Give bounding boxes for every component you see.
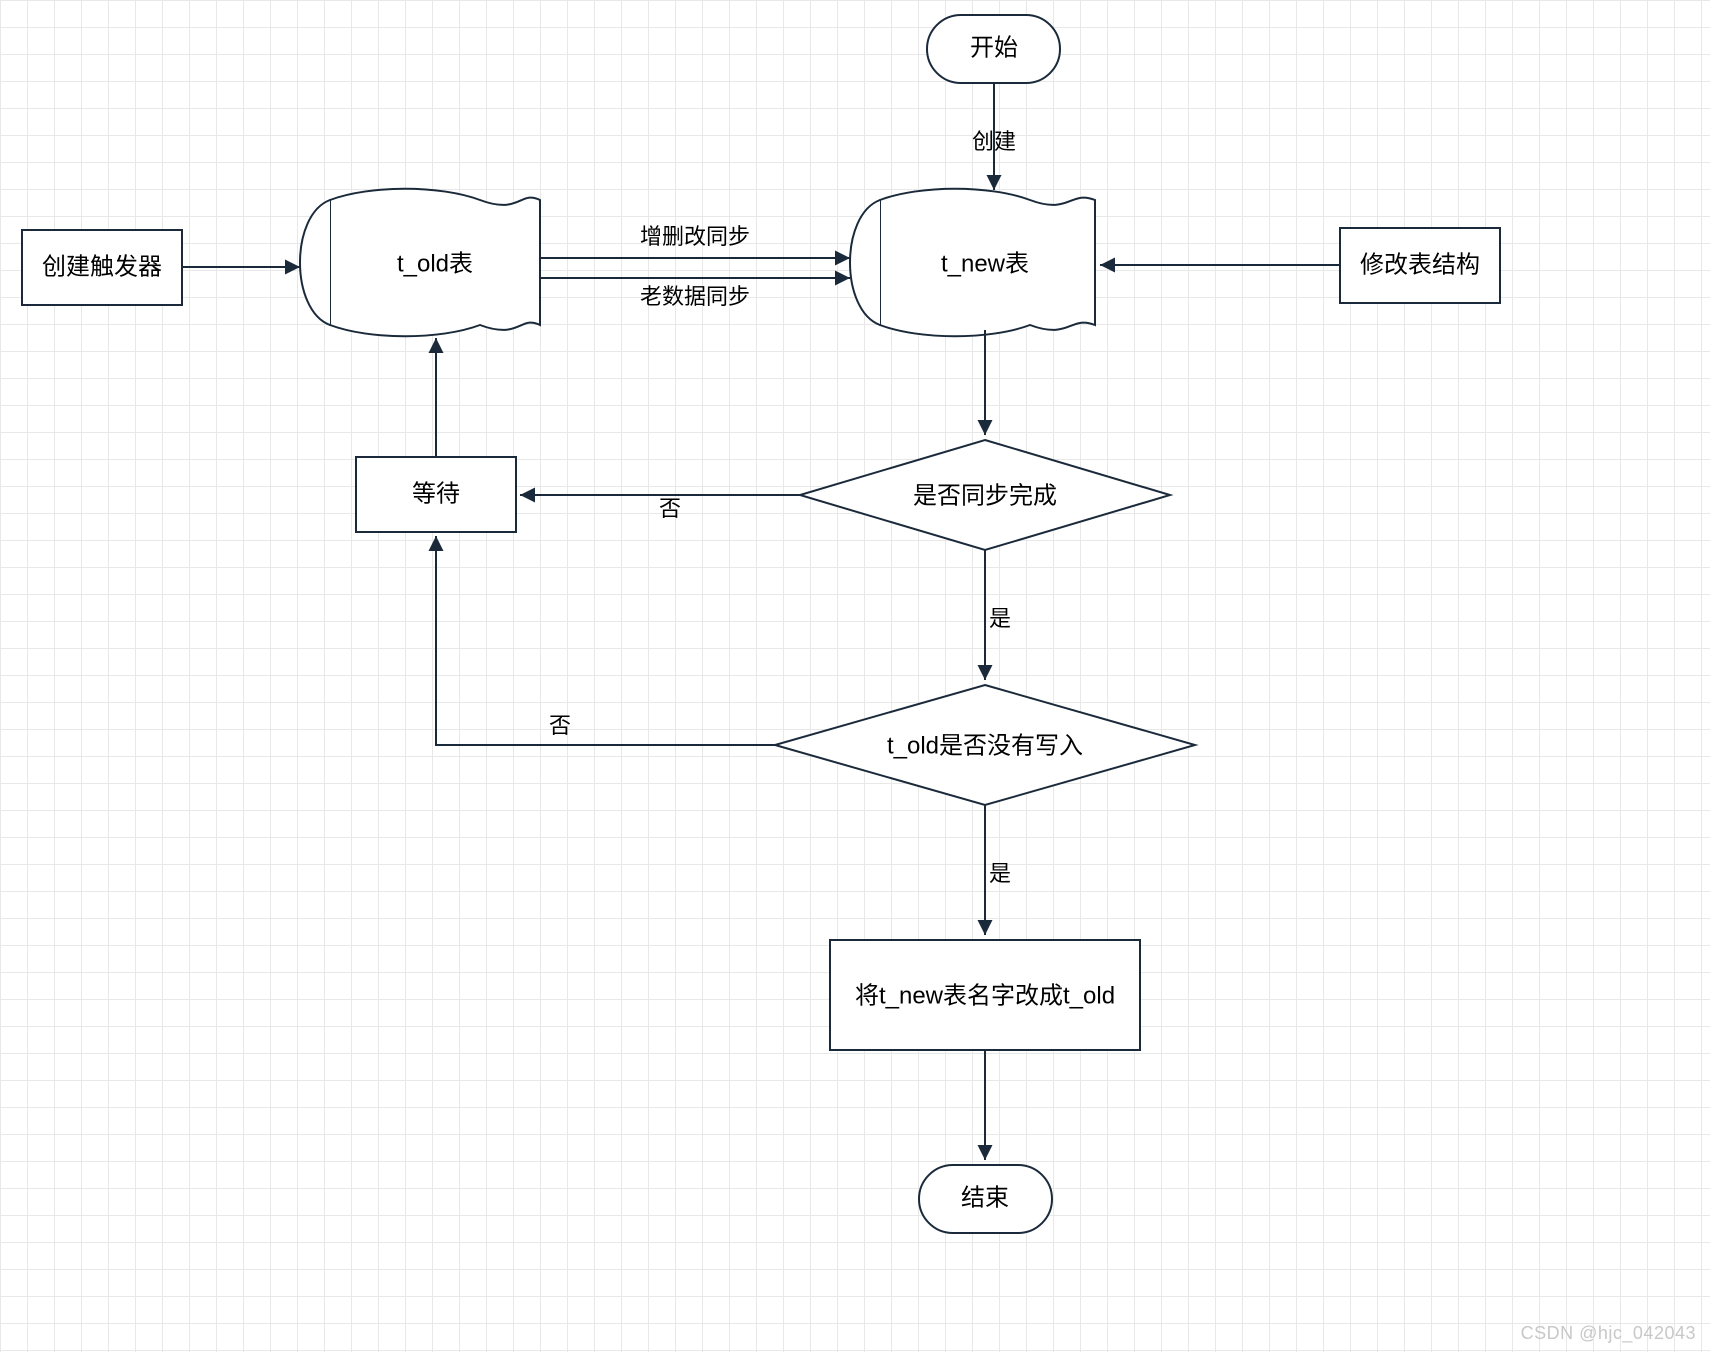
edge-no2-label: 否 <box>549 713 571 738</box>
node-create-trigger: 创建触发器 <box>22 230 182 305</box>
node-decision-write-label: t_old是否没有写入 <box>887 732 1083 759</box>
node-wait: 等待 <box>356 457 516 532</box>
node-t-old-label: t_old表 <box>397 250 473 277</box>
node-start-label: 开始 <box>970 34 1018 61</box>
edge-no1-label: 否 <box>659 496 681 521</box>
edge-sync-old: 老数据同步 <box>540 278 850 309</box>
node-decision-write: t_old是否没有写入 <box>775 685 1195 805</box>
node-t-new-label: t_new表 <box>941 250 1029 277</box>
edge-create: 创建 <box>972 83 1016 190</box>
node-create-trigger-label: 创建触发器 <box>42 253 162 280</box>
edge-yes2: 是 <box>985 805 1011 935</box>
edge-yes1-label: 是 <box>989 606 1011 631</box>
edge-no2: 否 <box>436 536 775 745</box>
edge-create-label: 创建 <box>972 129 1016 154</box>
edge-sync-iud: 增删改同步 <box>540 224 850 258</box>
node-rename: 将t_new表名字改成t_old <box>830 940 1140 1050</box>
edge-sync-iud-label: 增删改同步 <box>640 224 750 249</box>
node-start: 开始 <box>927 15 1060 83</box>
node-alter-schema-label: 修改表结构 <box>1360 251 1480 278</box>
node-t-old: t_old表 <box>300 189 540 337</box>
edge-yes2-label: 是 <box>989 861 1011 886</box>
node-wait-label: 等待 <box>412 480 460 507</box>
node-alter-schema: 修改表结构 <box>1340 228 1500 303</box>
edge-yes1: 是 <box>985 550 1011 680</box>
node-end-label: 结束 <box>961 1184 1009 1211</box>
node-rename-label: 将t_new表名字改成t_old <box>855 982 1115 1009</box>
edge-no1: 否 <box>520 495 800 521</box>
node-end: 结束 <box>919 1165 1052 1233</box>
node-t-new: t_new表 <box>850 189 1095 337</box>
node-decision-sync-label: 是否同步完成 <box>913 482 1057 509</box>
flowchart-svg: 开始 创建 t_old表 t_new表 创建触发器 修改表结构 增删改同步 老数… <box>0 0 1710 1352</box>
watermark: CSDN @hjc_042043 <box>1521 1323 1696 1344</box>
node-decision-sync: 是否同步完成 <box>800 440 1170 550</box>
edge-sync-old-label: 老数据同步 <box>640 284 750 309</box>
